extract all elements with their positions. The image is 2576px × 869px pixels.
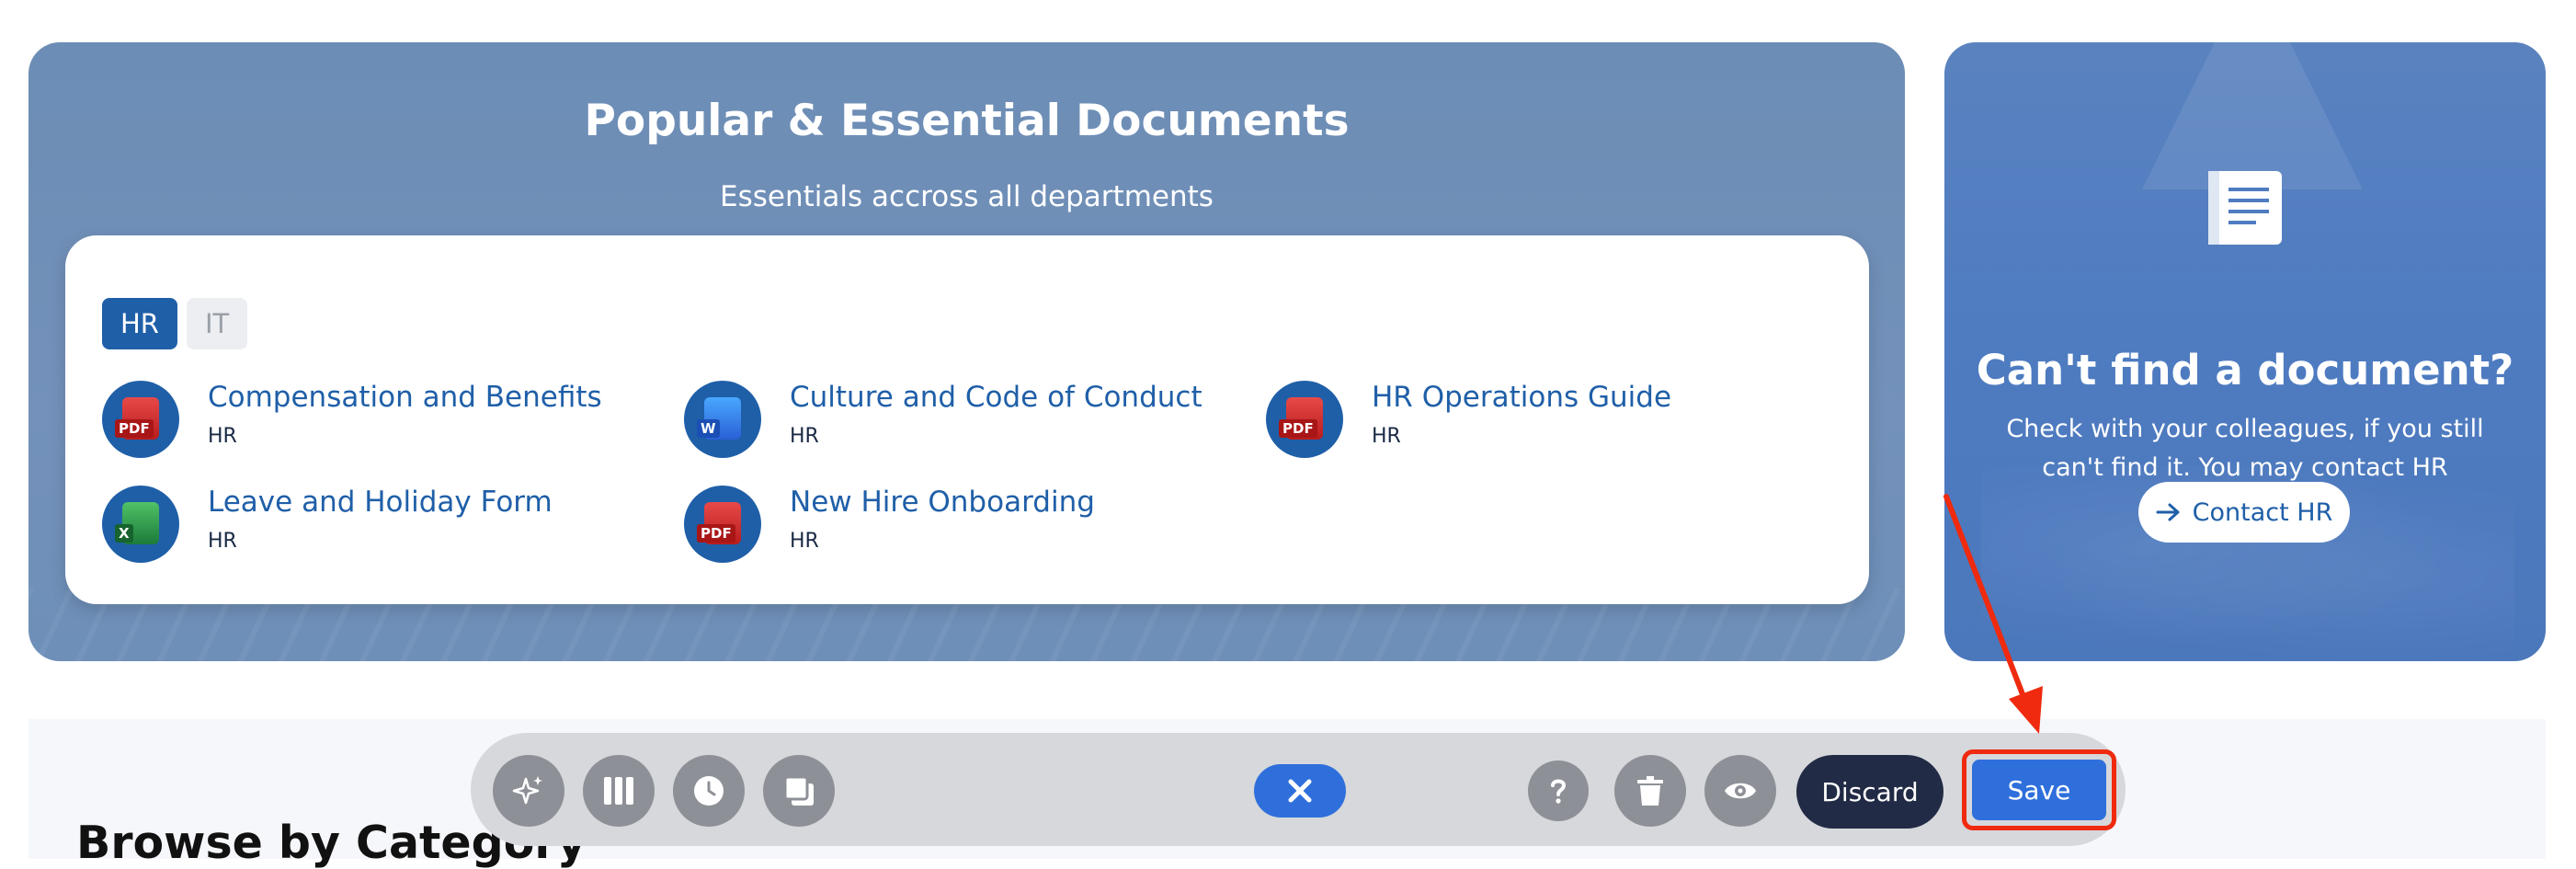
- document-department: HR: [790, 530, 819, 553]
- popular-title: Popular & Essential Documents: [584, 96, 1350, 146]
- document-title[interactable]: New Hire Onboarding: [790, 486, 1095, 519]
- document-item[interactable]: X Leave and Holiday Form HR: [102, 486, 617, 568]
- word-file-icon: W: [684, 381, 761, 458]
- document-item[interactable]: W Culture and Code of Conduct HR: [684, 381, 1203, 463]
- columns-button[interactable]: [583, 755, 655, 827]
- document-department: HR: [208, 425, 237, 448]
- contact-hr-panel: Can't find a document? Check with your c…: [1944, 42, 2546, 661]
- document-item[interactable]: PDF HR Operations Guide HR: [1266, 381, 1781, 463]
- document-title[interactable]: Culture and Code of Conduct: [790, 381, 1203, 414]
- help-button[interactable]: [1528, 760, 1589, 821]
- columns-icon: [604, 777, 633, 805]
- document-icon: [2208, 171, 2282, 245]
- save-highlight-box: Save: [1962, 749, 2116, 830]
- pdf-file-icon: PDF: [102, 381, 179, 458]
- tab-hr[interactable]: HR: [102, 298, 177, 349]
- excel-file-icon: X: [102, 486, 179, 563]
- history-button[interactable]: [673, 755, 745, 827]
- trash-icon: [1637, 776, 1663, 806]
- sparkle-icon: [512, 776, 542, 805]
- ai-assist-button[interactable]: [493, 755, 564, 827]
- arrow-right-icon: [2156, 503, 2180, 521]
- popular-documents-panel: Popular & Essential Documents Essentials…: [28, 42, 1905, 661]
- layers-button[interactable]: [763, 755, 835, 827]
- help-icon: [1551, 779, 1567, 804]
- clock-icon: [694, 776, 724, 806]
- contact-title: Can't find a document?: [1976, 346, 2514, 394]
- department-tabs: HR IT: [102, 298, 248, 349]
- document-department: HR: [208, 530, 237, 553]
- document-title[interactable]: HR Operations Guide: [1372, 381, 1671, 414]
- contact-hr-button[interactable]: Contact HR: [2138, 482, 2350, 543]
- lamp-decoration: [2142, 42, 2363, 189]
- save-button[interactable]: Save: [1972, 760, 2106, 820]
- pdf-file-icon: PDF: [684, 486, 761, 563]
- tab-it[interactable]: IT: [186, 298, 248, 349]
- close-button[interactable]: [1254, 764, 1346, 818]
- document-department: HR: [790, 425, 819, 448]
- eye-icon: [1725, 783, 1756, 799]
- pdf-file-icon: PDF: [1266, 381, 1343, 458]
- document-title[interactable]: Leave and Holiday Form: [208, 486, 553, 519]
- documents-card: HR IT PDF Compensation and Benefits HR W…: [65, 235, 1869, 604]
- popular-subtitle: Essentials accross all departments: [720, 180, 1214, 213]
- delete-button[interactable]: [1614, 755, 1686, 827]
- document-title[interactable]: Compensation and Benefits: [208, 381, 602, 414]
- close-icon: [1288, 779, 1312, 803]
- contact-description: Check with your colleagues, if you still…: [2006, 415, 2484, 482]
- document-item[interactable]: PDF Compensation and Benefits HR: [102, 381, 617, 463]
- contact-hr-label: Contact HR: [2192, 497, 2333, 527]
- document-item[interactable]: PDF New Hire Onboarding HR: [684, 486, 1199, 568]
- preview-button[interactable]: [1704, 755, 1776, 827]
- document-department: HR: [1372, 425, 1401, 448]
- layers-icon: [783, 775, 814, 806]
- edit-toolbar: Discard Save: [471, 733, 2126, 846]
- discard-button[interactable]: Discard: [1796, 755, 1943, 829]
